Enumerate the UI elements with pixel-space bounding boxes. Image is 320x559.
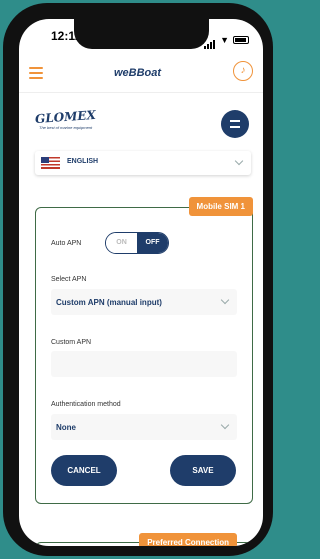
chevron-down-icon <box>220 295 230 305</box>
custom-apn-input[interactable] <box>51 351 237 377</box>
auto-apn-label: Auto APN <box>51 240 82 247</box>
wifi-icon: ▼ <box>220 35 229 45</box>
select-apn-dropdown[interactable]: Custom APN (manual input) <box>51 289 237 315</box>
mobile-sim-card: Mobile SIM 1 Auto APN ON OFF Select APN … <box>35 197 253 504</box>
select-apn-value: Custom APN (manual input) <box>56 298 162 307</box>
toggle-on-option[interactable]: ON <box>106 233 137 253</box>
app-screen: 12:12 ▼ weBBoat ♪ GLOMEX The best of mar… <box>19 19 263 546</box>
cancel-button[interactable]: CANCEL <box>51 455 117 486</box>
bell-icon[interactable]: ♪ <box>233 61 253 81</box>
notch <box>74 19 209 49</box>
battery-icon <box>233 36 249 44</box>
auth-method-dropdown[interactable]: None <box>51 414 237 440</box>
hamburger-menu-icon[interactable] <box>29 67 43 79</box>
preferred-connection-card: Preferred Connection <box>35 533 253 546</box>
side-menu-button[interactable] <box>221 110 249 138</box>
app-bar: weBBoat ♪ <box>19 53 263 93</box>
status-icons: ▼ <box>204 31 249 49</box>
custom-apn-label: Custom APN <box>51 339 92 346</box>
status-bar: 12:12 ▼ <box>19 19 263 53</box>
chevron-down-icon <box>220 420 230 430</box>
preferred-connection-tag: Preferred Connection <box>139 533 237 546</box>
glomex-logo: GLOMEX <box>34 107 97 127</box>
language-label: ENGLISH <box>67 158 99 165</box>
auto-apn-toggle[interactable]: ON OFF <box>105 232 169 254</box>
phone-frame: 12:12 ▼ weBBoat ♪ GLOMEX The best of mar… <box>3 3 273 556</box>
chevron-down-icon <box>234 156 244 166</box>
language-select[interactable]: ENGLISH <box>35 151 251 175</box>
mobile-sim-tag: Mobile SIM 1 <box>188 197 253 216</box>
glomex-tagline: The best of marine equipment <box>39 125 93 130</box>
select-apn-label: Select APN <box>51 276 87 283</box>
save-button[interactable]: SAVE <box>170 455 236 486</box>
signal-icon <box>204 31 216 49</box>
brand-row: GLOMEX The best of marine equipment <box>19 103 263 143</box>
webboat-logo: weBBoat <box>114 67 162 79</box>
auth-method-value: None <box>56 423 76 432</box>
toggle-off-option[interactable]: OFF <box>137 233 168 253</box>
auth-method-label: Authentication method <box>51 401 121 408</box>
us-flag-icon <box>41 157 60 169</box>
